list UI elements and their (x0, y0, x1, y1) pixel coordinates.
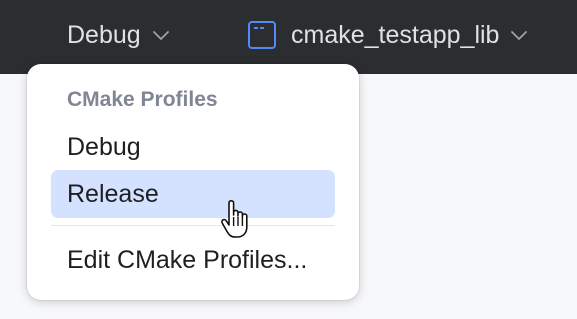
cmake-profiles-popup: CMake Profiles Debug Release Edit CMake … (27, 64, 359, 300)
menu-item-edit-cmake-profiles[interactable]: Edit CMake Profiles... (51, 236, 335, 284)
menu-item-label: Debug (67, 132, 141, 161)
cmake-target-icon (248, 21, 276, 49)
menu-separator (51, 225, 335, 226)
hand-pointer-icon (221, 200, 248, 238)
menu-item-release[interactable]: Release (51, 170, 335, 218)
menu-item-label: Release (67, 179, 159, 208)
run-target-label: cmake_testapp_lib (291, 20, 500, 49)
cmake-profile-label: Debug (67, 20, 141, 49)
menu-item-debug[interactable]: Debug (51, 123, 335, 171)
cmake-profile-selector[interactable]: Debug (67, 0, 169, 70)
chevron-down-icon (511, 31, 528, 40)
main-toolbar: Debug cmake_testapp_lib (0, 0, 577, 74)
run-target-selector[interactable]: cmake_testapp_lib (248, 0, 528, 70)
chevron-down-icon (152, 31, 169, 40)
menu-item-label: Edit CMake Profiles... (67, 245, 308, 274)
popup-header: CMake Profiles (67, 88, 218, 111)
